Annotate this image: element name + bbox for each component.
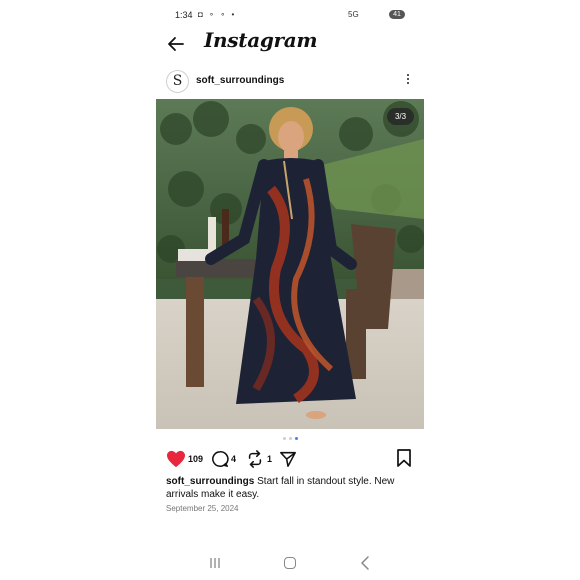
post-caption: soft_surroundings Start fall in standout… bbox=[166, 475, 426, 501]
post-photo-illustration bbox=[156, 99, 424, 429]
bookmark-icon[interactable] bbox=[396, 449, 412, 467]
carousel-dot bbox=[289, 437, 292, 440]
more-options-icon[interactable] bbox=[403, 72, 413, 88]
send-icon[interactable] bbox=[279, 450, 297, 468]
comment-count[interactable]: 4 bbox=[231, 454, 236, 464]
caption-username[interactable]: soft_surroundings bbox=[166, 476, 254, 487]
app-title: Instagram bbox=[204, 28, 318, 52]
carousel-dot bbox=[283, 437, 286, 440]
status-bar: 1:34 ◘ ∘ ∘ • 5G 41 bbox=[0, 6, 580, 26]
post-image[interactable] bbox=[156, 99, 424, 429]
post-date: September 25, 2024 bbox=[166, 504, 239, 513]
back-arrow-icon[interactable] bbox=[166, 34, 186, 54]
network-indicator: 5G bbox=[348, 10, 359, 19]
recent-apps-icon[interactable] bbox=[209, 557, 221, 569]
carousel-indicator bbox=[283, 436, 303, 442]
carousel-dot-active bbox=[295, 437, 298, 440]
heart-icon[interactable] bbox=[166, 450, 186, 468]
status-time: 1:34 bbox=[175, 10, 193, 20]
avatar[interactable]: S bbox=[166, 70, 189, 93]
image-counter-badge: 3/3 bbox=[387, 108, 414, 125]
post-username[interactable]: soft_surroundings bbox=[196, 75, 284, 86]
comment-icon[interactable] bbox=[211, 450, 229, 468]
home-button-icon[interactable] bbox=[284, 557, 296, 569]
battery-icon: 41 bbox=[389, 10, 405, 19]
like-count[interactable]: 109 bbox=[188, 454, 203, 464]
notification-icons: ◘ ∘ ∘ • bbox=[198, 10, 237, 19]
nav-back-icon[interactable] bbox=[360, 556, 370, 570]
repost-icon[interactable] bbox=[246, 450, 264, 468]
repost-count[interactable]: 1 bbox=[267, 454, 272, 464]
